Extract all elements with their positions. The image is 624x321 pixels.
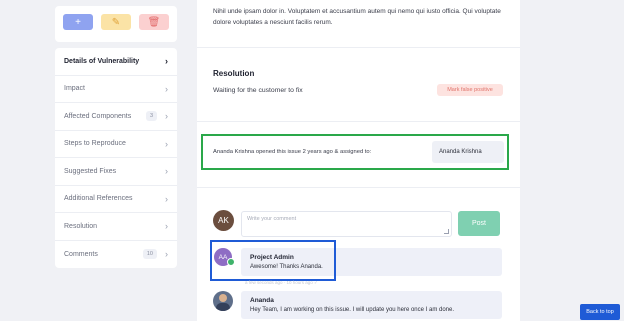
nav-item-label: Comments xyxy=(64,250,98,258)
action-toolbar: + ✎ 🗑 xyxy=(55,6,177,42)
nav-item-comments[interactable]: Comments 10 › xyxy=(55,241,177,269)
count-badge: 3 xyxy=(145,111,157,122)
comment-input[interactable]: Write your comment xyxy=(241,211,452,237)
assignee-select[interactable]: Ananda Krishna xyxy=(432,141,504,163)
section-nav: Details of Vulnerability › Impact › Affe… xyxy=(55,48,177,268)
resolution-status: Waiting for the customer to fix xyxy=(213,87,303,94)
nav-item-label: Affected Components xyxy=(64,112,132,120)
chevron-right-icon: › xyxy=(165,83,168,94)
nav-item-label: Details of Vulnerability xyxy=(64,57,140,65)
resize-handle-icon[interactable] xyxy=(444,229,449,234)
nav-item-details[interactable]: Details of Vulnerability › xyxy=(55,48,177,76)
add-button[interactable]: + xyxy=(63,14,93,30)
comment-meta: a few seconds ago · 10 hours ago ✓ xyxy=(245,280,318,285)
chevron-right-icon: › xyxy=(165,111,168,122)
chevron-right-icon: › xyxy=(165,138,168,149)
resolution-title: Resolution xyxy=(213,69,255,78)
plus-icon: + xyxy=(75,16,81,28)
avatar xyxy=(213,291,233,311)
chevron-right-icon: › xyxy=(165,166,168,177)
divider xyxy=(197,47,520,48)
nav-item-resolution[interactable]: Resolution › xyxy=(55,213,177,241)
chevron-right-icon: › xyxy=(165,249,168,260)
divider xyxy=(197,121,520,122)
comment-text: Hey Team, I am working on this issue. I … xyxy=(250,307,454,313)
edit-button[interactable]: ✎ xyxy=(101,14,131,30)
chevron-right-icon: › xyxy=(165,221,168,232)
back-to-top-button[interactable]: Back to top xyxy=(580,304,620,320)
nav-item-label: Additional References xyxy=(64,195,133,203)
divider xyxy=(197,187,520,188)
nav-item-label: Suggested Fixes xyxy=(64,167,117,175)
assignment-panel: Ananda Krishna opened this issue 2 years… xyxy=(201,134,509,170)
nav-item-affected-components[interactable]: Affected Components 3 › xyxy=(55,103,177,131)
trash-icon: 🗑 xyxy=(147,16,161,28)
delete-button[interactable]: 🗑 xyxy=(139,14,169,30)
mark-false-positive-button[interactable]: Mark false positive xyxy=(437,84,503,96)
pencil-icon: ✎ xyxy=(111,16,121,28)
nav-item-additional-references[interactable]: Additional References › xyxy=(55,186,177,213)
nav-item-impact[interactable]: Impact › xyxy=(55,76,177,103)
count-badge: 10 xyxy=(142,249,157,260)
nav-item-suggested-fixes[interactable]: Suggested Fixes › xyxy=(55,158,177,186)
issue-detail-panel: Nihil unde ipsam dolor in. Voluptatem et… xyxy=(197,0,520,321)
nav-item-label: Impact xyxy=(64,85,86,93)
avatar: AK xyxy=(213,210,234,231)
post-button[interactable]: Post xyxy=(458,211,500,236)
assignment-text: Ananda Krishna opened this issue 2 years… xyxy=(213,149,372,155)
nav-item-label: Resolution xyxy=(64,222,98,230)
nav-item-label: Steps to Reproduce xyxy=(64,140,126,148)
comment-highlight xyxy=(210,240,336,281)
chevron-right-icon: › xyxy=(165,193,168,204)
nav-item-steps-to-reproduce[interactable]: Steps to Reproduce › xyxy=(55,131,177,158)
description-text: Nihil unde ipsam dolor in. Voluptatem et… xyxy=(213,8,501,26)
comment-bubble: Ananda Hey Team, I am working on this is… xyxy=(241,291,502,319)
chevron-right-icon: › xyxy=(165,56,168,67)
comment-author: Ananda xyxy=(250,297,274,304)
comment-placeholder: Write your comment xyxy=(247,216,297,222)
